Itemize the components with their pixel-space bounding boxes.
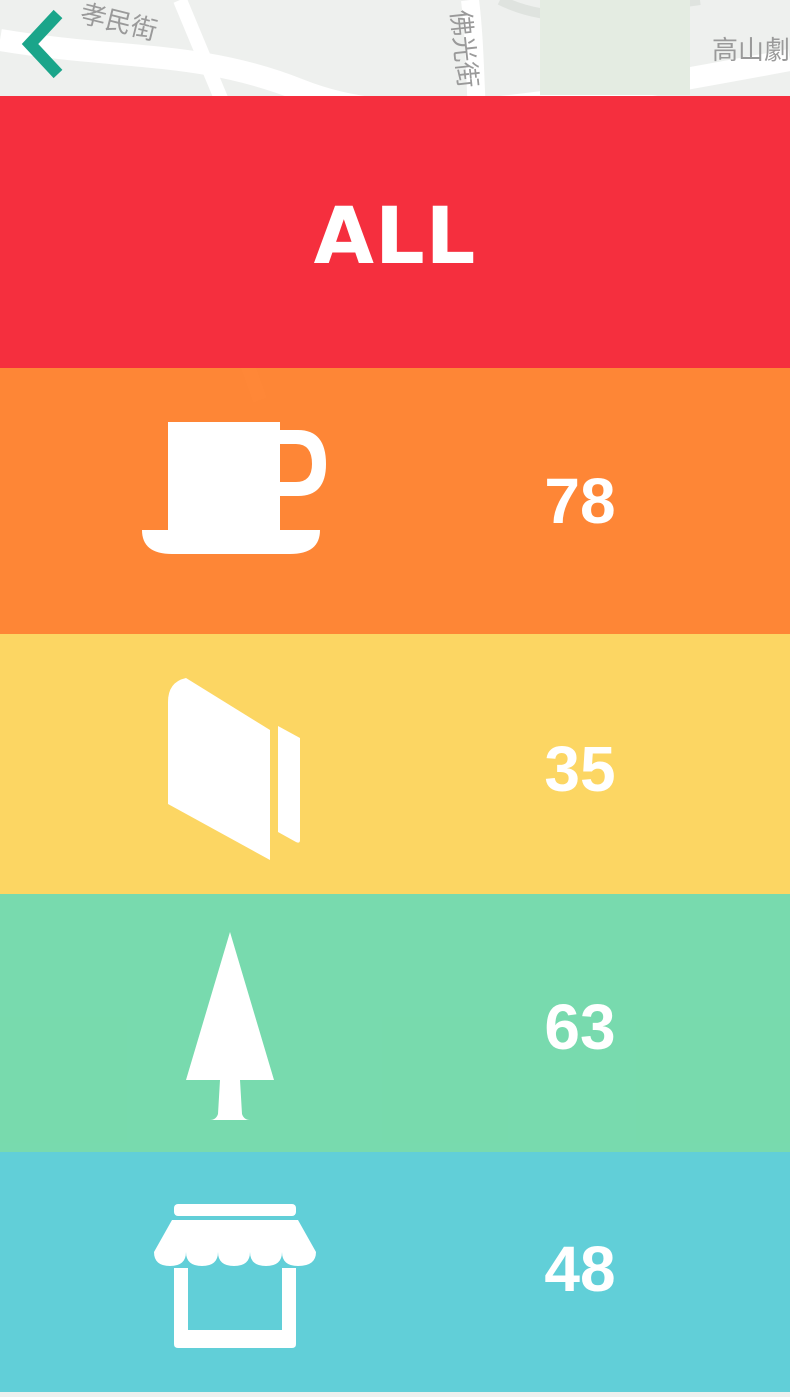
back-button[interactable] bbox=[14, 8, 74, 80]
tree-icon bbox=[184, 930, 276, 1122]
category-all-band[interactable]: ALL bbox=[0, 96, 790, 368]
category-cafe-band[interactable]: 78 bbox=[0, 368, 790, 634]
book-icon bbox=[166, 676, 304, 862]
category-park-count: 63 bbox=[544, 991, 616, 1063]
category-all-label: ALL bbox=[313, 192, 477, 282]
coffee-cup-icon bbox=[140, 420, 328, 556]
storefront-icon bbox=[152, 1202, 318, 1348]
category-cafe-count: 78 bbox=[544, 465, 616, 537]
category-shop-band[interactable]: 48 bbox=[0, 1152, 790, 1392]
chevron-left-icon bbox=[21, 9, 63, 79]
category-shop-count: 48 bbox=[544, 1233, 616, 1305]
street-label: 高山劇 bbox=[712, 36, 790, 66]
category-park-band[interactable]: 63 bbox=[0, 894, 790, 1152]
category-book-band[interactable]: 35 bbox=[0, 634, 790, 894]
category-book-count: 35 bbox=[544, 733, 616, 805]
